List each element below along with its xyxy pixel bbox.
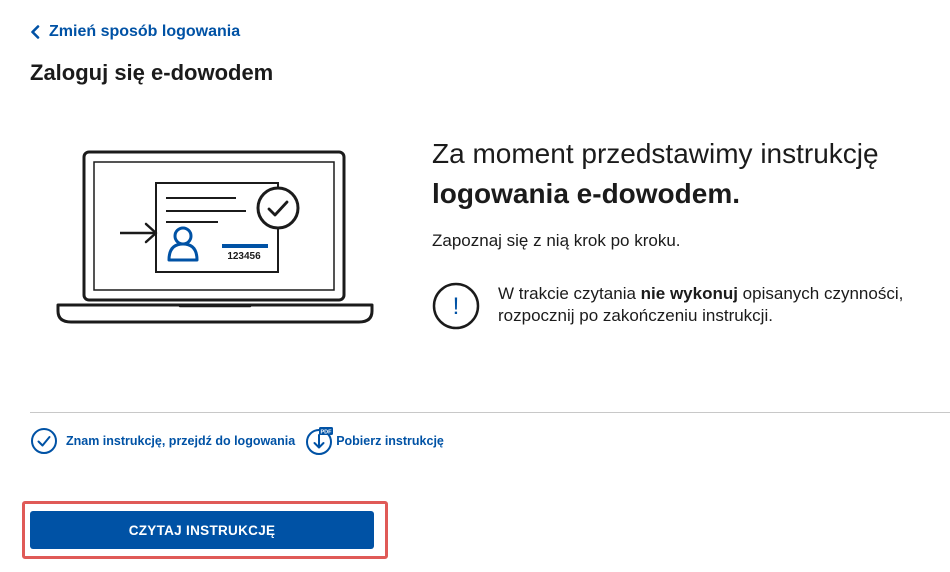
download-pdf-icon: PDF [306, 427, 334, 455]
section-divider [30, 412, 950, 413]
change-login-method-link[interactable]: Zmień sposób logowania [30, 22, 240, 42]
intro-section: Za moment przedstawimy instrukcję logowa… [432, 134, 942, 252]
warning-text-start: W trakcie czytania [498, 284, 641, 303]
chevron-left-icon [31, 25, 40, 39]
read-instruction-label: CZYTAJ INSTRUKCJĘ [128, 522, 276, 538]
exclamation-circle-icon: ! [432, 282, 480, 330]
skip-to-login-label: Znam instrukcję, przejdź do logowania [66, 434, 296, 448]
download-instruction-link[interactable]: PDF Pobierz instrukcję [305, 427, 444, 455]
secondary-links: Znam instrukcję, przejdź do logowania PD… [30, 426, 444, 456]
pdf-badge-text: PDF [321, 429, 333, 435]
laptop-illustration: 123456 [56, 150, 374, 324]
page-title: Zaloguj się e-dowodem [30, 60, 274, 85]
exclamation-glyph: ! [453, 293, 460, 320]
intro-heading-line2: logowania e-dowodem. [432, 178, 741, 209]
intro-heading-line1: Za moment przedstawimy instrukcję [432, 138, 879, 169]
change-login-method-label: Zmień sposób logowania [49, 23, 241, 40]
download-instruction-label: Pobierz instrukcję [336, 434, 444, 448]
warning-text-bold: nie wykonuj [640, 284, 738, 303]
intro-subtitle: Zapoznaj się z nią krok po kroku. [432, 231, 681, 250]
warning-text: W trakcie czytania nie wykonuj opisanych… [498, 283, 942, 327]
read-instruction-button[interactable]: CZYTAJ INSTRUKCJĘ [30, 511, 374, 549]
skip-to-login-link[interactable]: Znam instrukcję, przejdź do logowania [30, 427, 295, 455]
warning-notice: ! W trakcie czytania nie wykonuj opisany… [432, 282, 942, 330]
card-number-text: 123456 [227, 251, 261, 262]
check-circle-icon [31, 428, 57, 454]
